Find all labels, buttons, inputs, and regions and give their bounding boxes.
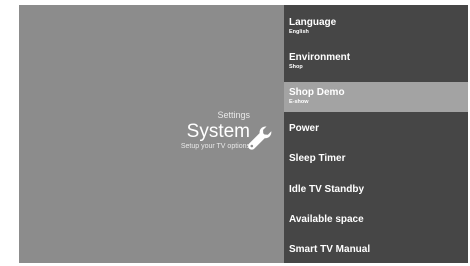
tv-screen: Settings System Setup your TV options La…	[19, 5, 468, 263]
system-info-panel: Settings System Setup your TV options	[19, 5, 284, 263]
menu-item-power[interactable]: Power	[284, 114, 468, 144]
menu-item-label: Environment	[289, 52, 351, 63]
page-title: System	[186, 121, 250, 142]
page-subtitle: Setup your TV options	[180, 143, 250, 150]
menu-item-shop-demo[interactable]: Shop Demo E-show	[284, 82, 468, 112]
menu-item-label: Available space	[289, 214, 364, 225]
menu-item-value: English	[289, 29, 309, 35]
menu-item-value: E-show	[289, 99, 309, 105]
menu-item-label: Shop Demo	[289, 87, 345, 98]
settings-label: Settings	[217, 110, 250, 120]
menu-item-label: Sleep Timer	[289, 153, 346, 164]
wrench-icon	[248, 126, 272, 150]
menu-item-label: Smart TV Manual	[289, 244, 371, 255]
menu-item-label: Language	[289, 17, 337, 28]
menu-item-language[interactable]: Language English	[284, 11, 468, 41]
menu-item-idle-tv-standby[interactable]: Idle TV Standby	[284, 174, 468, 204]
system-header: Settings System Setup your TV options	[181, 110, 250, 151]
menu-item-value: Shop	[289, 64, 303, 70]
settings-menu: Language English Environment Shop Shop D…	[284, 5, 468, 263]
menu-item-smart-tv-manual[interactable]: Smart TV Manual	[284, 234, 468, 263]
menu-item-sleep-timer[interactable]: Sleep Timer	[284, 144, 468, 174]
menu-item-environment[interactable]: Environment Shop	[284, 46, 468, 76]
menu-item-label: Power	[289, 123, 320, 134]
menu-item-available-space[interactable]: Available space	[284, 204, 468, 234]
menu-item-label: Idle TV Standby	[289, 184, 365, 195]
